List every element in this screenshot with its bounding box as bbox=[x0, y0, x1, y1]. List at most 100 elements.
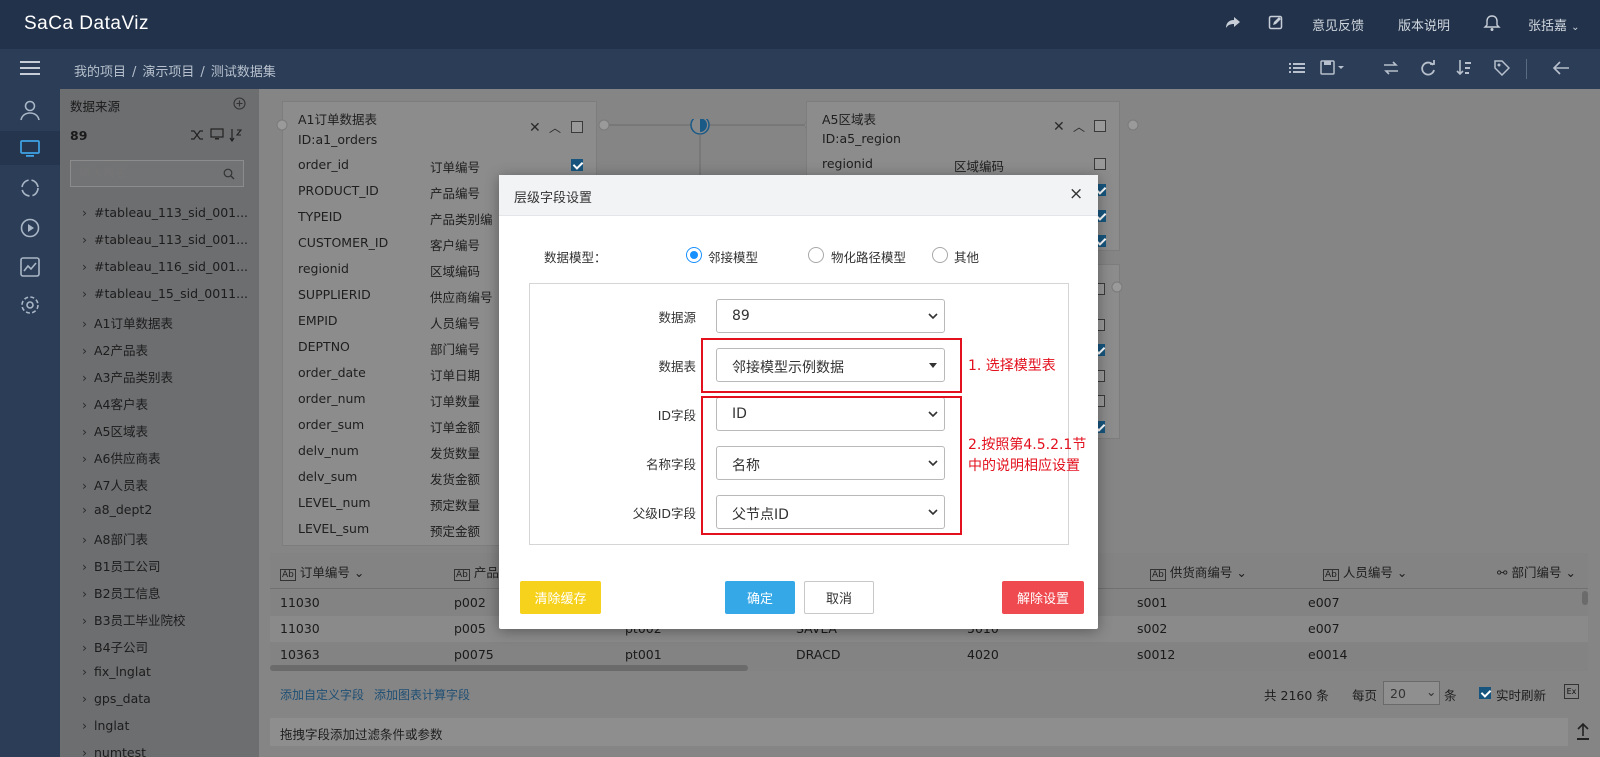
per-page-select[interactable]: 20 ⌄ bbox=[1383, 681, 1440, 705]
table-list-item[interactable]: › #tableau_15_sid_0011... bbox=[82, 286, 248, 301]
table-search-input[interactable] bbox=[79, 166, 219, 180]
chart-icon[interactable] bbox=[19, 256, 41, 278]
clear-cache-button[interactable]: 清除缓存 bbox=[520, 581, 601, 614]
table-list-item[interactable]: › A8部门表 bbox=[82, 529, 148, 548]
sort-az-icon[interactable] bbox=[229, 128, 243, 142]
radio-label[interactable]: 其他 bbox=[954, 247, 979, 266]
user-icon[interactable] bbox=[19, 99, 41, 121]
radio-other-model[interactable] bbox=[932, 247, 948, 263]
table-list-item[interactable]: › B3员工毕业院校 bbox=[82, 610, 186, 629]
user-menu[interactable]: 张括嘉 ⌄ bbox=[1528, 15, 1580, 34]
datasource-select[interactable]: 89 bbox=[70, 128, 87, 143]
refresh-icon[interactable] bbox=[1420, 60, 1436, 76]
table-list-item[interactable]: › a8_dept2 bbox=[82, 502, 152, 517]
close-icon[interactable]: ✕ bbox=[1053, 119, 1065, 135]
table-list-item[interactable]: › #tableau_113_sid_001... bbox=[82, 205, 248, 220]
breadcrumb-my-projects[interactable]: 我的项目 bbox=[74, 65, 126, 80]
table-list-label: A2产品表 bbox=[94, 343, 149, 358]
table-list-item[interactable]: › A1订单数据表 bbox=[82, 313, 173, 332]
radio-adjacency-model[interactable] bbox=[686, 247, 702, 263]
table-list-item[interactable]: › B2员工信息 bbox=[82, 583, 161, 602]
field-label-source: 数据源 bbox=[658, 310, 696, 325]
table-list-label: A7人员表 bbox=[94, 478, 149, 493]
chevron-right-icon: › bbox=[82, 232, 87, 247]
excel-export-icon[interactable]: Ex bbox=[1564, 684, 1579, 699]
field-row[interactable]: regionid 区域编码 bbox=[807, 151, 1119, 177]
connector-dot[interactable] bbox=[1111, 281, 1123, 293]
collapse-icon[interactable]: ︿ bbox=[1073, 118, 1085, 135]
vertical-scrollbar[interactable] bbox=[1582, 591, 1588, 605]
table-list-item[interactable]: › #tableau_113_sid_001... bbox=[82, 232, 248, 247]
horizontal-scrollbar[interactable] bbox=[270, 665, 748, 671]
realtime-refresh-checkbox[interactable] bbox=[1479, 687, 1491, 699]
version-link[interactable]: 版本说明 bbox=[1398, 15, 1450, 34]
filter-drop-zone[interactable]: 拖拽字段添加过滤条件或参数 bbox=[270, 718, 1568, 746]
chevron-down-icon: ⌄ bbox=[1426, 684, 1437, 699]
table-list-item[interactable]: › B4子公司 bbox=[82, 637, 148, 656]
loop-icon[interactable] bbox=[19, 177, 41, 199]
column-header-label: 人员编号 bbox=[1342, 565, 1393, 580]
radio-label[interactable]: 物化路径模型 bbox=[831, 247, 906, 266]
back-arrow-icon[interactable] bbox=[1552, 60, 1570, 76]
dataset-icon[interactable] bbox=[19, 137, 41, 159]
table-search[interactable] bbox=[70, 160, 244, 187]
datasource-dropdown[interactable]: 89 bbox=[716, 299, 945, 333]
breadcrumb-demo-project[interactable]: 演示项目 bbox=[142, 65, 194, 80]
table-list-item[interactable]: › B1员工公司 bbox=[82, 556, 161, 575]
chevron-right-icon: › bbox=[82, 424, 87, 439]
table-list-item[interactable]: › A6供应商表 bbox=[82, 448, 161, 467]
table-list-item[interactable]: › A4客户表 bbox=[82, 394, 148, 413]
column-header-label: 订单编号 bbox=[299, 565, 350, 580]
radio-label[interactable]: 邻接模型 bbox=[708, 247, 758, 266]
settings-icon[interactable] bbox=[19, 294, 41, 316]
table-list-item[interactable]: › A2产品表 bbox=[82, 340, 148, 359]
share-icon[interactable] bbox=[1224, 14, 1242, 32]
column-header-supplier[interactable]: Ab 供货商编号 ⌄ bbox=[1150, 562, 1247, 581]
select-all-checkbox[interactable] bbox=[1094, 120, 1106, 132]
column-header-dept[interactable]: ⚯ 部门编号 ⌄ bbox=[1497, 562, 1576, 581]
unset-button[interactable]: 解除设置 bbox=[1002, 581, 1084, 614]
table-list-item[interactable]: › A7人员表 bbox=[82, 475, 148, 494]
table-list-label: A5区域表 bbox=[94, 424, 149, 439]
add-circle-icon[interactable] bbox=[233, 97, 246, 110]
column-header-order-id[interactable]: Ab 订单编号 ⌄ bbox=[280, 562, 364, 581]
save-icon[interactable] bbox=[1320, 60, 1346, 76]
sort-icon[interactable] bbox=[1456, 59, 1472, 77]
table-list-item[interactable]: › gps_data bbox=[82, 691, 151, 706]
add-calc-field-link[interactable]: 添加图表计算字段 bbox=[374, 686, 470, 703]
table-list-item[interactable]: › numtest bbox=[82, 745, 146, 757]
field-label-parent: 父级ID字段 bbox=[632, 506, 696, 521]
table-list-item[interactable]: › A5区域表 bbox=[82, 421, 148, 440]
field-name: order_date bbox=[298, 365, 366, 380]
add-custom-field-link[interactable]: 添加自定义字段 bbox=[280, 686, 364, 703]
bell-icon[interactable] bbox=[1483, 14, 1501, 32]
table-list-item[interactable]: › fix_lnglat bbox=[82, 664, 151, 679]
confirm-button[interactable]: 确定 bbox=[725, 581, 795, 614]
column-header-product[interactable]: Ab 产品 bbox=[454, 562, 499, 581]
upload-arrow-icon[interactable] bbox=[1576, 723, 1590, 741]
swap-icon[interactable] bbox=[1382, 60, 1400, 76]
table-list-item[interactable]: › lnglat bbox=[82, 718, 129, 733]
radio-materialized-path-model[interactable] bbox=[808, 247, 824, 263]
per-page-label: 每页 bbox=[1352, 688, 1378, 703]
chevron-right-icon: › bbox=[82, 691, 87, 706]
app-logo[interactable]: SaCa DataViz bbox=[24, 13, 149, 35]
chevron-right-icon: › bbox=[82, 205, 87, 220]
play-icon[interactable] bbox=[19, 217, 41, 239]
cancel-button[interactable]: 取消 bbox=[804, 581, 874, 614]
field-checkbox[interactable] bbox=[1094, 158, 1106, 170]
menu-icon[interactable] bbox=[20, 59, 40, 77]
edit-icon[interactable] bbox=[1267, 14, 1285, 32]
shuffle-icon[interactable] bbox=[190, 129, 204, 141]
monitor-icon[interactable] bbox=[210, 128, 224, 141]
column-header-label: 部门编号 bbox=[1511, 565, 1562, 580]
feedback-link[interactable]: 意见反馈 bbox=[1312, 15, 1364, 34]
tag-icon[interactable] bbox=[1494, 60, 1510, 76]
column-header-employee[interactable]: Ab 人员编号 ⌄ bbox=[1323, 562, 1407, 581]
close-icon[interactable]: × bbox=[1069, 184, 1083, 204]
list-icon[interactable] bbox=[1289, 60, 1305, 76]
search-icon[interactable] bbox=[223, 168, 235, 180]
annotation-step2: 2.按照第4.5.2.1节 中的说明相应设置 bbox=[968, 435, 1086, 477]
table-list-item[interactable]: › A3产品类别表 bbox=[82, 367, 173, 386]
table-list-item[interactable]: › #tableau_116_sid_001... bbox=[82, 259, 248, 274]
